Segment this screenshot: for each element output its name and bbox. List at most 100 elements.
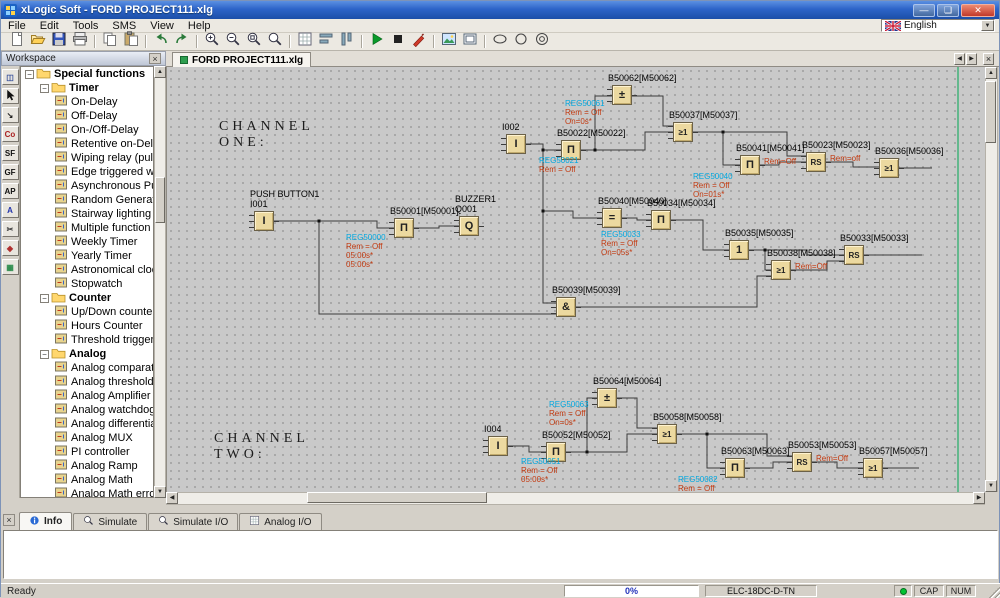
align-horizontal-button[interactable] [315, 33, 336, 50]
tree-item-analog[interactable]: −Analog [21, 347, 153, 361]
tree-item-analog-threshold[interactable]: Analog threshold [21, 375, 153, 389]
gf-tool[interactable]: GF [2, 164, 19, 180]
tree-item-astronomical-cloc[interactable]: Astronomical cloc [21, 263, 153, 277]
vscroll-down-icon[interactable]: ▼ [985, 480, 997, 492]
tree-scroll-down-icon[interactable]: ▼ [154, 486, 166, 498]
block-b50034[interactable]: Π [651, 210, 671, 230]
resize-grip[interactable] [988, 587, 1000, 598]
draw-ring-button[interactable] [531, 33, 552, 50]
tab-scroll-left-icon[interactable]: ◀ [954, 53, 965, 65]
module-tool[interactable]: ▦ [2, 259, 19, 275]
tree-item-analog-ramp[interactable]: Analog Ramp [21, 459, 153, 473]
block-b50001[interactable]: Π [394, 218, 414, 238]
constant-tool[interactable]: Co [2, 126, 19, 142]
info-panel-content[interactable] [3, 530, 998, 579]
canvas-hscrollbar[interactable]: ◀ ▶ [166, 492, 985, 505]
tree-item-analog-comparat[interactable]: Analog comparat [21, 361, 153, 375]
tree-item-random-generat[interactable]: Random Generat [21, 193, 153, 207]
schematic-canvas[interactable]: CHANNELONE:CHANNELTWO:IPUSH BUTTON1I001Π… [166, 67, 985, 492]
block-b50039[interactable]: & [556, 297, 576, 317]
print-button[interactable] [69, 33, 90, 50]
tree-item-retentive-on-dela[interactable]: Retentive on-Dela [21, 137, 153, 151]
paste-button[interactable] [120, 33, 141, 50]
tab-simulate-i-o[interactable]: Simulate I/O [148, 513, 238, 530]
tab-analog-i-o[interactable]: Analog I/O [239, 513, 321, 530]
tree-item-off-delay[interactable]: Off-Delay [21, 109, 153, 123]
block-i004[interactable]: I [488, 436, 508, 456]
block-b50053[interactable]: RS [792, 452, 812, 472]
tree-scroll-up-icon[interactable]: ▲ [154, 66, 166, 78]
tree-item-hours-counter[interactable]: Hours Counter [21, 319, 153, 333]
block-b50063[interactable]: Π [725, 458, 745, 478]
select-tool[interactable] [2, 88, 19, 104]
tree-expander-icon[interactable]: − [40, 294, 49, 303]
probe-button[interactable] [408, 33, 429, 50]
tree-expander-icon[interactable]: − [25, 70, 34, 79]
dropdown-arrow-icon[interactable]: ▼ [981, 20, 994, 31]
tree-expander-icon[interactable]: − [40, 84, 49, 93]
new-button[interactable] [6, 33, 27, 50]
tree-item-on-off-delay[interactable]: On-/Off-Delay [21, 123, 153, 137]
minimize-button[interactable]: — [913, 4, 935, 17]
tree-item-analog-math[interactable]: Analog Math [21, 473, 153, 487]
tree-item-analog-mux[interactable]: Analog MUX [21, 431, 153, 445]
workspace-close-button[interactable]: × [149, 53, 161, 64]
tab-simulate[interactable]: Simulate [73, 513, 147, 530]
block-b50038[interactable]: ≥1 [771, 260, 791, 280]
tree-item-up-down-counter[interactable]: Up/Down counter [21, 305, 153, 319]
cut-tool[interactable]: ✂ [2, 221, 19, 237]
tree-item-wiping-relay-puls[interactable]: Wiping relay (puls [21, 151, 153, 165]
redo-button[interactable] [171, 33, 192, 50]
tree-item-edge-triggered-w[interactable]: Edge triggered w [21, 165, 153, 179]
tree-item-analog-watchdog[interactable]: Analog watchdog [21, 403, 153, 417]
block-b50033[interactable]: RS [844, 245, 864, 265]
ap-tool[interactable]: AP [2, 183, 19, 199]
block-q001[interactable]: Q [459, 216, 479, 236]
tree-item-asynchronous-pul[interactable]: Asynchronous Pul [21, 179, 153, 193]
tab-scroll-right-icon[interactable]: ▶ [966, 53, 977, 65]
tree-expander-icon[interactable]: − [40, 350, 49, 359]
block-b50040[interactable]: = [602, 208, 622, 228]
block-b50058[interactable]: ≥1 [657, 424, 677, 444]
draw-ellipse-button[interactable] [489, 33, 510, 50]
block-i001[interactable]: I [254, 211, 274, 231]
tree-item-yearly-timer[interactable]: Yearly Timer [21, 249, 153, 263]
block-b50037[interactable]: ≥1 [673, 122, 693, 142]
save-button[interactable] [48, 33, 69, 50]
simulation-start-button[interactable] [366, 33, 387, 50]
simulation-stop-button[interactable] [387, 33, 408, 50]
tree-item-analog-math-erro[interactable]: Analog Math erro [21, 487, 153, 498]
align-vertical-button[interactable] [336, 33, 357, 50]
tab-close-icon[interactable]: × [983, 53, 994, 65]
zoom-out-button[interactable] [222, 33, 243, 50]
tree-item-threshold-trigger[interactable]: Threshold trigger [21, 333, 153, 347]
tree-item-special-functions[interactable]: −Special functions [21, 67, 153, 81]
tree-item-stairway-lighting-s[interactable]: Stairway lighting s [21, 207, 153, 221]
grid-button[interactable] [294, 33, 315, 50]
zoom-in-button[interactable] [201, 33, 222, 50]
block-b50035[interactable]: 1 [729, 240, 749, 260]
tree-item-timer[interactable]: −Timer [21, 81, 153, 95]
block-b50023[interactable]: RS [806, 152, 826, 172]
canvas-vscrollbar[interactable]: ▲ ▼ [985, 67, 998, 492]
block-b50064[interactable]: ± [597, 388, 617, 408]
draw-circle-button[interactable] [510, 33, 531, 50]
document-tab[interactable]: FORD PROJECT111.xlg [172, 52, 311, 67]
hardware-window-tool[interactable]: ◫ [2, 69, 19, 85]
hscroll-thumb[interactable] [307, 492, 487, 503]
connector-tool[interactable]: ↘ [2, 107, 19, 123]
tree-item-weekly-timer[interactable]: Weekly Timer [21, 235, 153, 249]
block-b50036[interactable]: ≥1 [879, 158, 899, 178]
tree-item-multiple-function[interactable]: Multiple function [21, 221, 153, 235]
tree-item-analog-differentia[interactable]: Analog differentia [21, 417, 153, 431]
probe-tool[interactable]: ◆ [2, 240, 19, 256]
open-button[interactable] [27, 33, 48, 50]
vscroll-thumb[interactable] [985, 81, 996, 143]
block-b50057[interactable]: ≥1 [863, 458, 883, 478]
hscroll-right-icon[interactable]: ▶ [973, 492, 985, 504]
tree-item-stopwatch[interactable]: Stopwatch [21, 277, 153, 291]
tab-info[interactable]: Info [19, 512, 72, 530]
block-b50062[interactable]: ± [612, 85, 632, 105]
vscroll-up-icon[interactable]: ▲ [985, 67, 997, 79]
insert-picture-button[interactable] [438, 33, 459, 50]
